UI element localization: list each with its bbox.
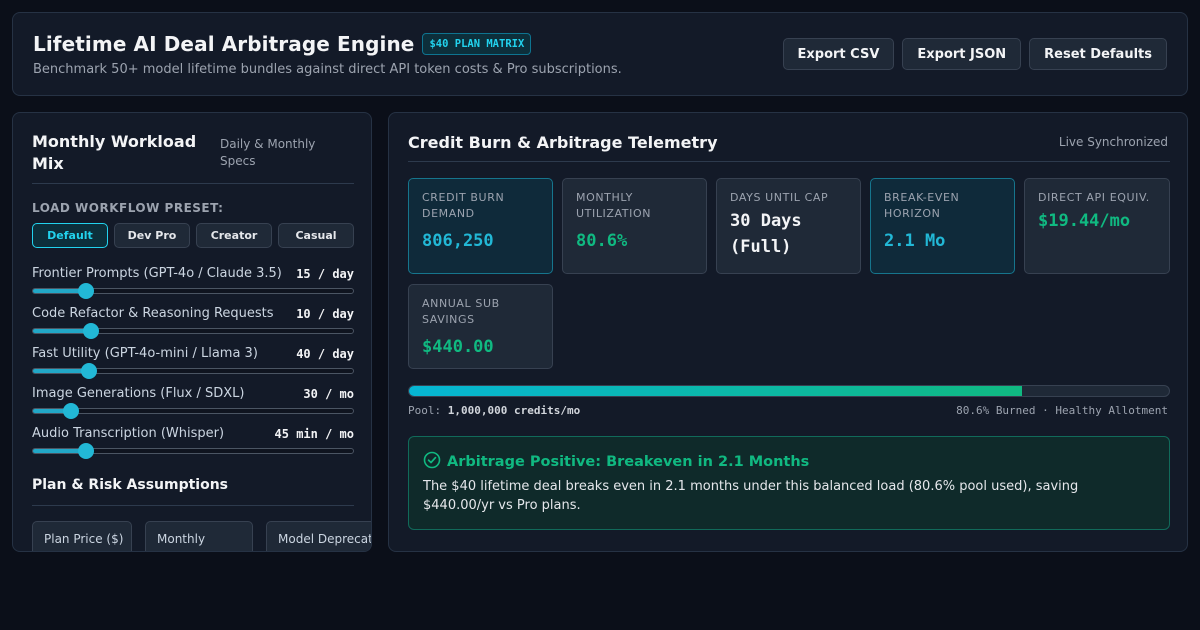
slider-label: Code Refactor & Reasoning Requests [32, 306, 274, 321]
card-label: MONTHLY UTILIZATION [576, 191, 652, 220]
slider-code-refactor: Code Refactor & Reasoning Requests 10 / … [32, 306, 354, 339]
slider-label: Frontier Prompts (GPT-4o / Claude 3.5) [32, 266, 282, 281]
slider-fill [33, 329, 91, 333]
slider-track[interactable] [32, 363, 354, 379]
slider-thumb[interactable] [82, 323, 99, 339]
pool-status: 80.6% Burned · Healthy Allotment [956, 404, 1168, 417]
card-label: ANNUAL SUB SAVINGS [422, 297, 500, 326]
break-even-card: BREAK-EVEN HORIZON 2.1 Mo [870, 178, 1015, 274]
monthly-utilization-card: MONTHLY UTILIZATION 80.6% [562, 178, 707, 274]
preset-creator-button[interactable]: Creator [196, 223, 272, 248]
preset-default-button[interactable]: Default [32, 223, 108, 248]
divider [408, 161, 1170, 162]
pool-amount: 1,000,000 credits/mo [447, 404, 581, 417]
export-json-button[interactable]: Export JSON [902, 38, 1022, 70]
slider-track[interactable] [32, 323, 354, 339]
telemetry-panel: Credit Burn & Arbitrage Telemetry Live S… [388, 112, 1188, 552]
title-row: Lifetime AI Deal Arbitrage Engine $40 PL… [33, 32, 532, 56]
monthly-field[interactable]: Monthly [145, 521, 253, 551]
verdict-box: Arbitrage Positive: Breakeven in 2.1 Mon… [408, 436, 1170, 530]
preset-group: Default Dev Pro Creator Casual [32, 223, 354, 248]
slider-thumb[interactable] [81, 363, 97, 379]
pool-usage-bar [408, 385, 1170, 397]
preset-casual-button[interactable]: Casual [278, 223, 354, 248]
sync-status: Live Synchronized [1058, 135, 1168, 149]
pool-capacity: Pool: 1,000,000 credits/mo [408, 404, 580, 417]
card-label: DAYS UNTIL CAP [730, 191, 829, 204]
slider-value: 40 / day [296, 347, 354, 361]
direct-api-card: DIRECT API EQUIV. $19.44/mo [1024, 178, 1170, 274]
assumptions-title: Plan & Risk Assumptions [32, 477, 229, 493]
slider-label: Fast Utility (GPT-4o-mini / Llama 3) [32, 346, 258, 361]
card-label: BREAK-EVEN HORIZON [884, 191, 960, 220]
slider-image-generations: Image Generations (Flux / SDXL) 30 / mo [32, 386, 354, 419]
pool-usage-fill [409, 386, 1022, 396]
slider-thumb[interactable] [63, 403, 80, 419]
card-value: 30 Days (Full) [730, 211, 802, 257]
header-actions: Export CSV Export JSON Reset Defaults [782, 38, 1167, 70]
card-label: DIRECT API EQUIV. [1038, 191, 1150, 204]
card-value: $19.44/mo [1038, 211, 1131, 231]
verdict-header: Arbitrage Positive: Breakeven in 2.1 Mon… [423, 451, 809, 473]
slider-label: Audio Transcription (Whisper) [32, 426, 225, 441]
workload-spec-note: Daily & Monthly Specs [220, 137, 316, 168]
slider-value: 10 / day [296, 307, 354, 321]
export-csv-button[interactable]: Export CSV [782, 38, 895, 70]
slider-track[interactable] [32, 403, 354, 419]
slider-fast-utility: Fast Utility (GPT-4o-mini / Llama 3) 40 … [32, 346, 354, 379]
card-value: $440.00 [422, 337, 494, 357]
page-title: Lifetime AI Deal Arbitrage Engine [33, 32, 415, 56]
pool-label: Pool: [408, 404, 442, 417]
card-value: 806,250 [422, 231, 494, 251]
slider-value: 45 min / mo [274, 427, 354, 441]
card-value: 2.1 Mo [884, 231, 946, 251]
verdict-title: Arbitrage Positive: Breakeven in 2.1 Mon… [447, 454, 810, 470]
slider-value: 30 / mo [303, 387, 354, 401]
slider-track[interactable] [32, 283, 354, 299]
slider-thumb[interactable] [77, 283, 94, 299]
plan-badge: $40 PLAN MATRIX [422, 33, 532, 55]
app-header: Lifetime AI Deal Arbitrage Engine $40 PL… [12, 12, 1188, 96]
reset-defaults-button[interactable]: Reset Defaults [1029, 38, 1167, 70]
slider-label: Image Generations (Flux / SDXL) [32, 386, 245, 401]
divider [32, 183, 354, 184]
workload-title: Monthly Workload Mix [32, 132, 197, 173]
card-value: 80.6% [576, 231, 628, 251]
slider-thumb[interactable] [77, 443, 94, 459]
slider-value: 15 / day [296, 267, 354, 281]
slider-track[interactable] [32, 443, 354, 459]
workload-header: Monthly Workload Mix Daily & Monthly Spe… [32, 131, 354, 185]
workload-panel: Monthly Workload Mix Daily & Monthly Spe… [12, 112, 372, 552]
check-circle-icon [423, 451, 441, 473]
divider [32, 505, 354, 506]
slider-audio-transcription: Audio Transcription (Whisper) 45 min / m… [32, 426, 354, 459]
days-until-cap-card: DAYS UNTIL CAP 30 Days (Full) [716, 178, 861, 274]
model-deprecation-field[interactable]: Model Deprecation [266, 521, 371, 551]
annual-savings-card: ANNUAL SUB SAVINGS $440.00 [408, 284, 553, 369]
preset-label: LOAD WORKFLOW PRESET: [32, 201, 224, 215]
credit-burn-card: CREDIT BURN DEMAND 806,250 [408, 178, 553, 274]
preset-dev-pro-button[interactable]: Dev Pro [114, 223, 190, 248]
telemetry-title: Credit Burn & Arbitrage Telemetry [408, 133, 718, 152]
card-label: CREDIT BURN DEMAND [422, 191, 505, 220]
slider-frontier-prompts: Frontier Prompts (GPT-4o / Claude 3.5) 1… [32, 266, 354, 299]
page-subtitle: Benchmark 50+ model lifetime bundles aga… [33, 62, 622, 77]
plan-price-field[interactable]: Plan Price ($) [32, 521, 132, 551]
verdict-body: The $40 lifetime deal breaks even in 2.1… [423, 479, 1079, 513]
